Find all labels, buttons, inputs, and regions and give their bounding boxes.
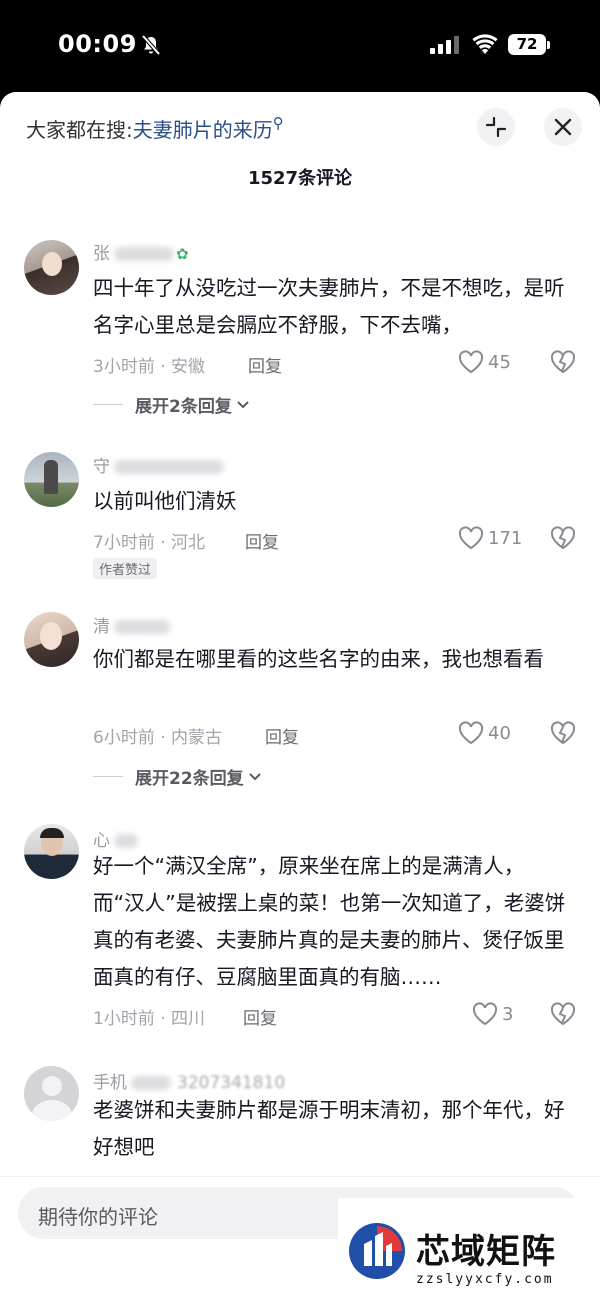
avatar[interactable] — [24, 240, 79, 295]
comment-text: 以前叫他们清妖 — [93, 489, 237, 513]
comment-username-text: 清 — [93, 617, 110, 637]
expand-replies-button[interactable]: 展开22条回复 — [93, 764, 262, 789]
avatar[interactable] — [24, 612, 79, 667]
avatar[interactable] — [24, 1066, 79, 1121]
reply-button[interactable]: 回复 — [265, 723, 299, 748]
search-icon: ⚲ — [272, 114, 284, 132]
battery-nub — [547, 41, 550, 49]
like-count: 3 — [502, 1003, 514, 1025]
comment-text: 好一个“满汉全席”，原来坐在席上的是满清人，而“汉人”是被摆上桌的菜！也第一次知… — [93, 854, 566, 989]
collapse-icon — [485, 116, 507, 138]
status-time: 00:09 — [58, 30, 137, 58]
reply-button[interactable]: 回复 — [243, 1004, 277, 1029]
clover-icon: ✿ — [176, 245, 189, 263]
comment-text: 你们都是在哪里看的这些名字的由来，我也想看看 — [93, 647, 544, 671]
comment-username[interactable]: 守 — [93, 452, 224, 477]
author-liked-badge: 作者赞过 — [93, 558, 158, 579]
comment-username-text: 手机 — [93, 1073, 127, 1093]
comment-count: 1527条评论 — [247, 168, 353, 189]
like-count: 45 — [488, 351, 511, 373]
trending-search-term[interactable]: 夫妻肺片的来历 — [133, 118, 273, 142]
heart-icon — [458, 526, 484, 550]
comment-username[interactable]: 张 ✿ — [93, 239, 189, 264]
chevron-down-icon — [248, 772, 261, 780]
watermark: 芯域矩阵 zzslyyxcfy.com — [338, 1198, 600, 1300]
comment-username[interactable]: 清 — [93, 612, 170, 637]
comment-input-placeholder: 期待你的评论 — [38, 1205, 158, 1229]
chevron-down-icon — [237, 400, 249, 408]
comment-username[interactable]: 手机 3207341810 — [93, 1068, 285, 1093]
comment-meta: 3小时前 · 安徽 — [93, 357, 206, 377]
avatar[interactable] — [24, 824, 79, 879]
status-bar: 00:09 72 — [0, 0, 600, 92]
wifi-icon — [472, 34, 498, 54]
comment-text: 老婆饼和夫妻肺片都是源于明末清初，那个年代，好好想吧 — [93, 1098, 565, 1159]
collapse-button[interactable] — [477, 108, 515, 146]
battery-level: 72 — [508, 34, 546, 55]
like-button[interactable]: 171 — [458, 526, 522, 550]
heart-icon — [472, 1002, 498, 1026]
trending-search[interactable]: 大家都在搜:夫妻肺片的来历⚲ — [26, 114, 284, 143]
broken-heart-icon[interactable] — [550, 526, 576, 550]
like-button[interactable]: 3 — [472, 1002, 513, 1026]
comment-username-tail: 3207341810 — [177, 1073, 286, 1093]
comment-meta: 1小时前 · 四川 — [93, 1009, 206, 1029]
like-button[interactable]: 45 — [458, 350, 511, 374]
signal-icon — [430, 36, 459, 54]
comment-meta: 6小时前 · 内蒙古 — [93, 728, 223, 748]
close-icon — [554, 118, 572, 136]
broken-heart-icon[interactable] — [550, 350, 576, 374]
comment-sheet: 大家都在搜:夫妻肺片的来历⚲ 1527条评论 张 ✿ 四十年了从没吃过一次夫妻肺片… — [0, 92, 600, 1300]
like-count: 171 — [488, 527, 523, 549]
watermark-title: 芯域矩阵 — [416, 1232, 556, 1272]
comment-username-text: 守 — [93, 457, 110, 477]
expand-replies-label: 展开22条回复 — [135, 769, 244, 789]
like-count: 40 — [488, 722, 511, 744]
divider-line — [93, 404, 123, 405]
comment-username-text: 张 — [93, 244, 110, 264]
trending-search-prefix: 大家都在搜: — [26, 118, 133, 142]
reply-button[interactable]: 回复 — [248, 352, 282, 377]
heart-icon — [458, 721, 484, 745]
close-button[interactable] — [544, 108, 582, 146]
heart-icon — [458, 350, 484, 374]
expand-replies-label: 展开2条回复 — [135, 397, 232, 417]
avatar[interactable] — [24, 452, 79, 507]
reply-button[interactable]: 回复 — [245, 528, 279, 553]
like-button[interactable]: 40 — [458, 721, 511, 745]
watermark-logo-icon — [349, 1223, 405, 1279]
comment-meta: 7小时前 · 河北 — [93, 533, 206, 553]
divider-line — [93, 776, 123, 777]
comment-text: 四十年了从没吃过一次夫妻肺片，不是不想吃，是听名字心里总是会膈应不舒服，下不去嘴… — [93, 276, 565, 337]
bell-muted-icon — [141, 34, 161, 56]
broken-heart-icon[interactable] — [550, 721, 576, 745]
watermark-url: zzslyyxcfy.com — [416, 1272, 554, 1287]
expand-replies-button[interactable]: 展开2条回复 — [93, 392, 250, 417]
broken-heart-icon[interactable] — [550, 1002, 576, 1026]
